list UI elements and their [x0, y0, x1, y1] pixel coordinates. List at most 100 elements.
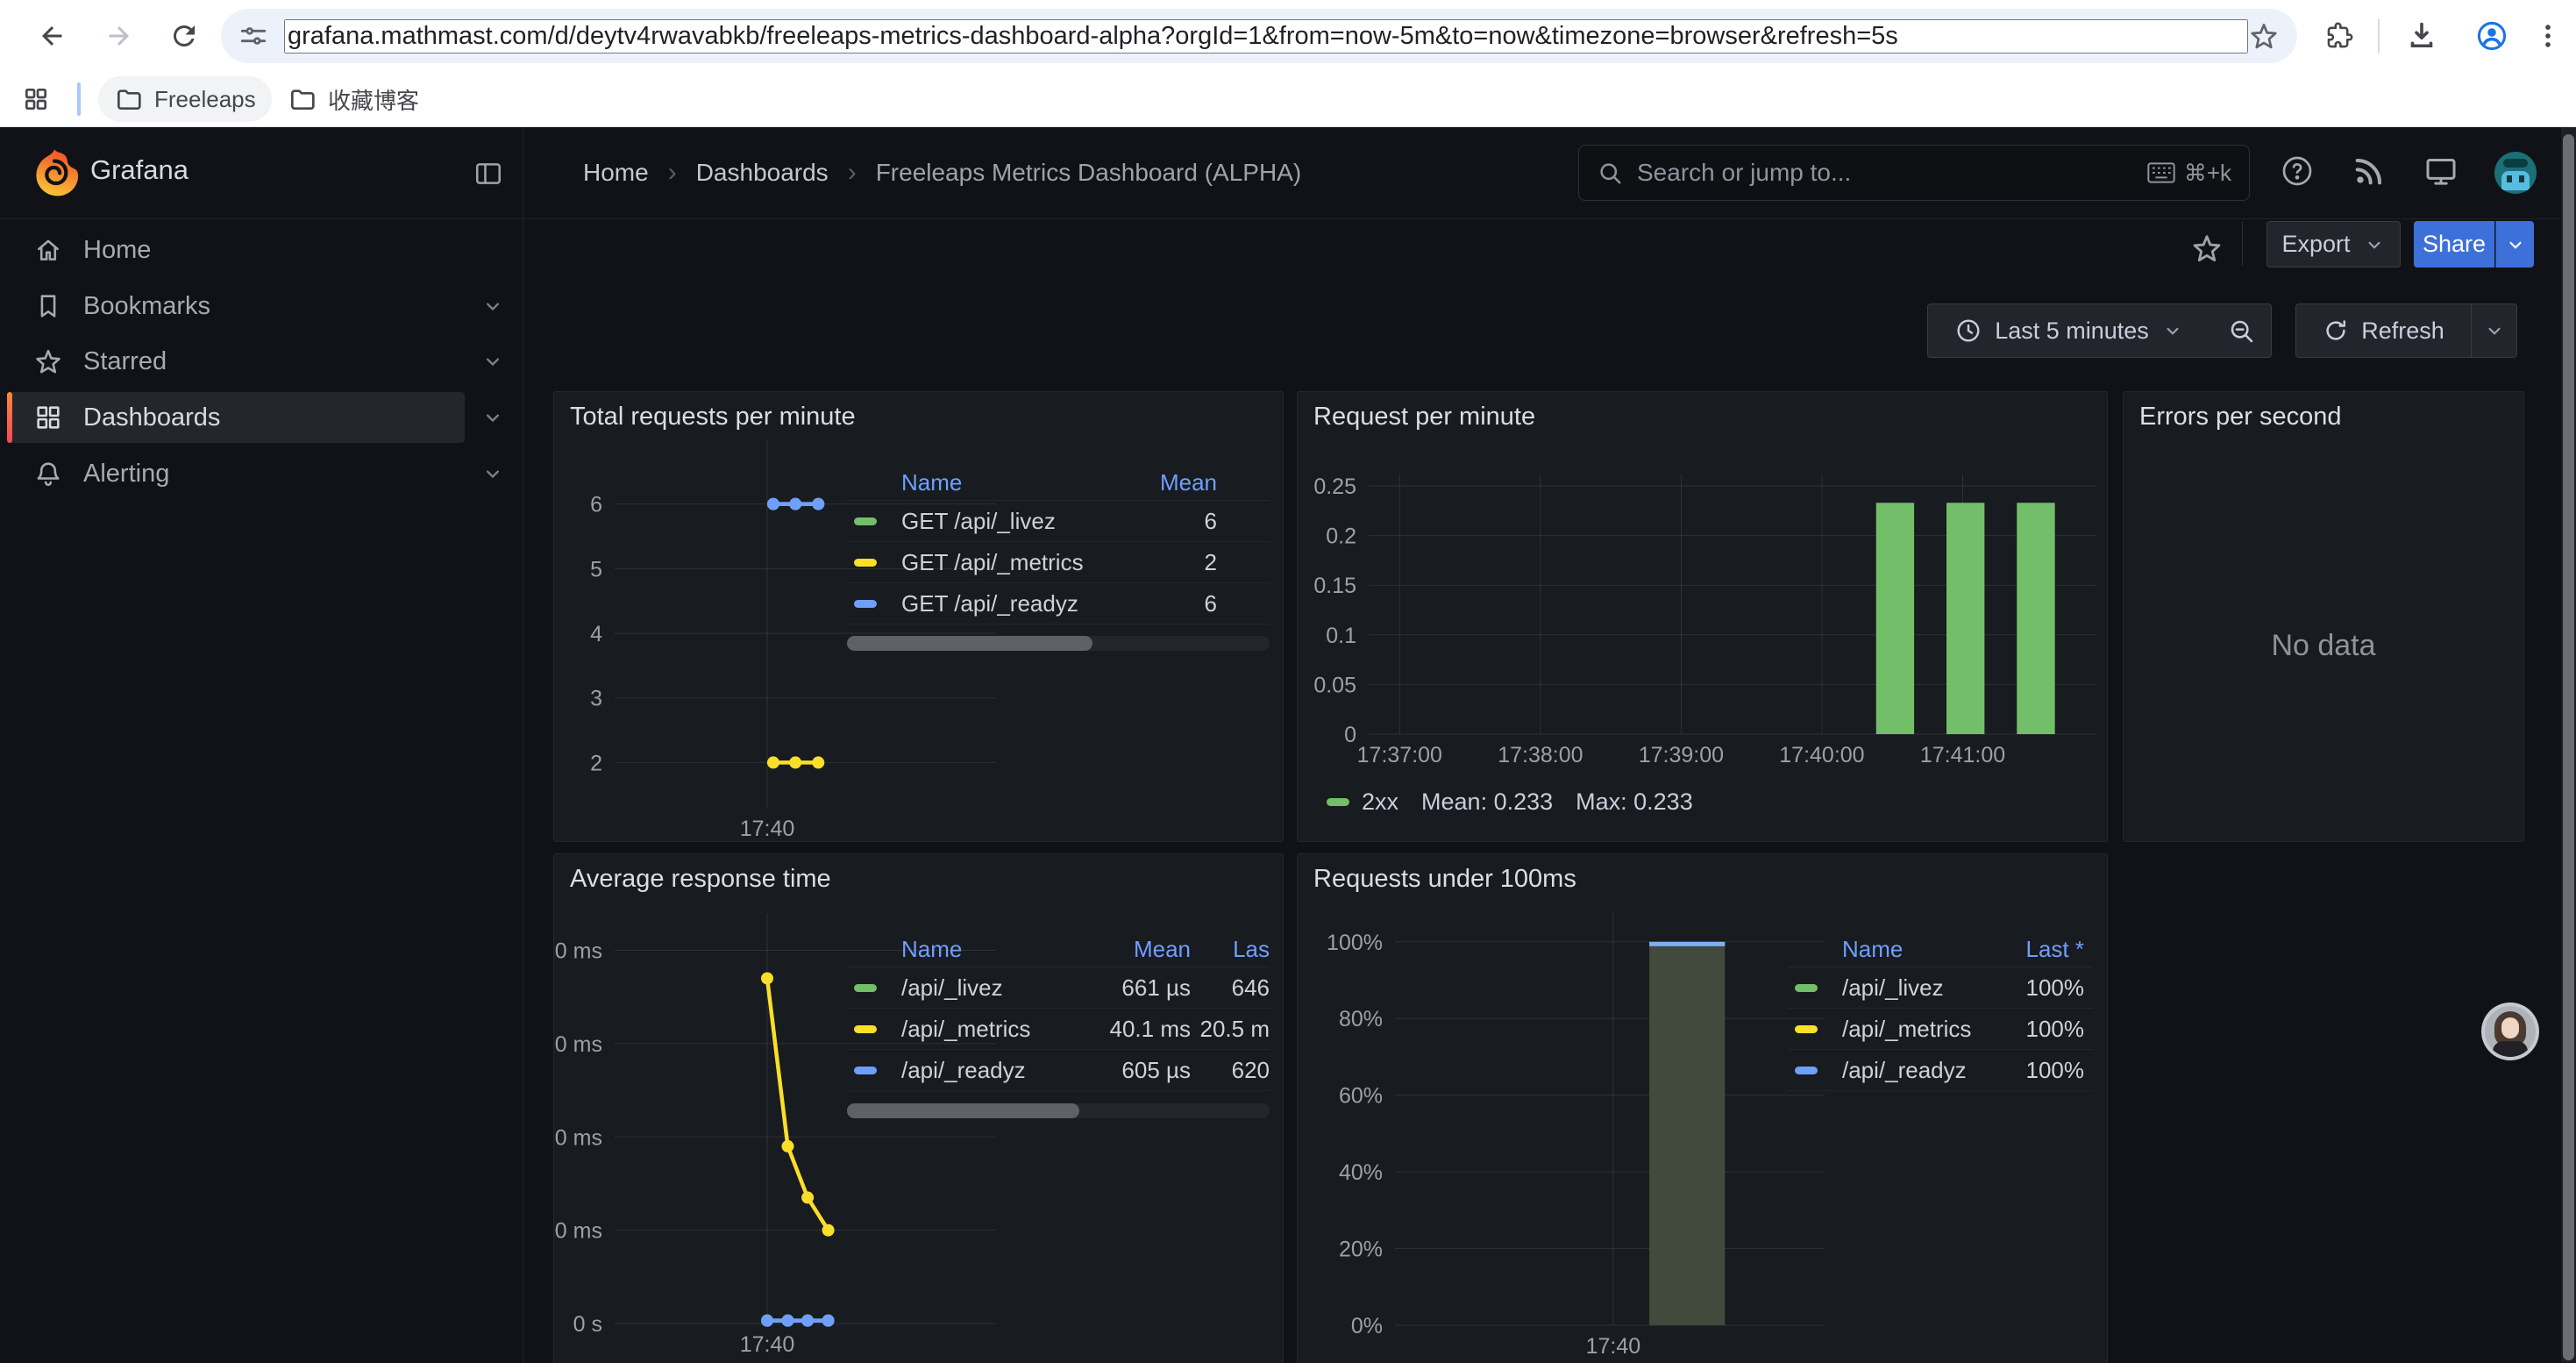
legend-column-name[interactable]: Name	[1842, 936, 1979, 963]
legend-row[interactable]: /api/_readyz100%	[1788, 1050, 2093, 1091]
svg-text:40 ms: 40 ms	[554, 1125, 602, 1150]
search-box[interactable]: ⌘+k	[1578, 145, 2250, 201]
panel-average-response-time: Average response time 80 ms60 ms40 ms20 …	[553, 853, 1284, 1363]
refresh-button[interactable]: Refresh	[2295, 303, 2472, 358]
svg-text:0.15: 0.15	[1313, 574, 1356, 598]
svg-text:17:40:00: 17:40:00	[1779, 743, 1864, 767]
breadcrumb-home[interactable]: Home	[583, 159, 649, 187]
share-label: Share	[2423, 231, 2486, 258]
url-bar[interactable]	[221, 9, 2297, 63]
legend-column-mean[interactable]: Mean	[1068, 936, 1191, 963]
sidebar-item-alerting[interactable]: Alerting	[7, 448, 465, 499]
svg-text:17:40: 17:40	[1586, 1334, 1641, 1359]
series-mean: Mean: 0.233	[1421, 789, 1553, 816]
legend-row[interactable]: /api/_readyz605 µs620	[847, 1050, 1270, 1091]
apps-grid-button[interactable]	[12, 75, 60, 123]
display-button[interactable]	[2423, 153, 2459, 189]
breadcrumb-separator: ›	[668, 158, 677, 188]
assistant-avatar-widget[interactable]	[2481, 1003, 2539, 1060]
legend-series-name: /api/_livez	[1842, 974, 1979, 1002]
series-max: Max: 0.233	[1576, 789, 1693, 816]
chevron-down-icon	[2161, 319, 2184, 342]
refresh-interval-button[interactable]	[2472, 303, 2517, 358]
panel-errors-per-second: Errors per second No data	[2123, 391, 2524, 842]
sidebar-item-bookmarks[interactable]: Bookmarks	[7, 281, 465, 332]
time-range-picker[interactable]: Last 5 minutes	[1927, 303, 2211, 358]
news-button[interactable]	[2352, 153, 2387, 189]
legend-row[interactable]: GET /api/_readyz6	[847, 583, 1270, 624]
legend-row[interactable]: GET /api/_livez6	[847, 501, 1270, 542]
scrollbar-thumb[interactable]	[2563, 134, 2574, 1360]
breadcrumb-dashboards[interactable]: Dashboards	[696, 159, 829, 187]
bookmarks-bar: Freeleaps 收藏博客	[0, 72, 2576, 127]
reload-button[interactable]	[158, 10, 210, 62]
svg-text:2: 2	[590, 751, 602, 775]
reload-icon	[168, 20, 200, 52]
chevron-down-icon[interactable]	[480, 294, 505, 318]
legend-table: NameLast * /api/_livez100%/api/_metrics10…	[1788, 932, 2093, 1091]
help-icon	[2280, 153, 2315, 189]
zoom-out-time-button[interactable]	[2210, 303, 2272, 358]
bookmark-label: 收藏博客	[328, 83, 419, 116]
home-icon	[33, 235, 63, 265]
bookmark-folder-freeleaps[interactable]: Freeleaps	[98, 76, 272, 122]
sidebar-item-home[interactable]: Home	[7, 225, 465, 275]
share-button[interactable]: Share	[2414, 221, 2494, 268]
series-color-chip	[854, 559, 877, 567]
legend-row[interactable]: /api/_metrics40.1 ms20.5 m	[847, 1009, 1270, 1050]
star-dashboard-button[interactable]	[2181, 222, 2233, 275]
toolbar-divider	[2378, 19, 2380, 53]
sidebar-item-dashboards[interactable]: Dashboards	[7, 392, 465, 443]
legend-series-2xx[interactable]: 2xx	[1327, 789, 1398, 816]
export-button[interactable]: Export	[2266, 221, 2401, 268]
legend-value: 661 µs	[1068, 974, 1191, 1002]
svg-text:40%: 40%	[1339, 1160, 1383, 1185]
share-menu-button[interactable]	[2495, 221, 2534, 268]
panel-title[interactable]: Errors per second	[2139, 403, 2342, 432]
sidebar-item-starred[interactable]: Starred	[7, 336, 465, 387]
bookmark-folder-blogs[interactable]: 收藏博客	[272, 76, 435, 122]
extensions-button[interactable]	[2313, 10, 2366, 62]
profile-icon	[2475, 19, 2508, 53]
legend-column-last[interactable]: Last *	[1979, 936, 2084, 963]
svg-text:0.2: 0.2	[1326, 525, 1356, 549]
legend-row[interactable]: /api/_livez661 µs646	[847, 967, 1270, 1009]
legend-column-name[interactable]: Name	[901, 936, 1068, 963]
legend-scrollbar[interactable]	[847, 636, 1270, 651]
dock-sidebar-icon[interactable]	[473, 159, 503, 189]
series-label: 2xx	[1362, 789, 1398, 816]
downloads-button[interactable]	[2395, 10, 2448, 62]
brand-name: Grafana	[90, 154, 189, 186]
search-input[interactable]	[1635, 158, 2147, 188]
extensions-puzzle-icon	[2324, 21, 2354, 51]
profile-button[interactable]	[2466, 10, 2518, 62]
back-icon	[37, 20, 68, 52]
legend-row[interactable]: GET /api/_metrics2	[847, 542, 1270, 583]
help-button[interactable]	[2280, 153, 2315, 189]
chevron-down-icon[interactable]	[480, 349, 505, 374]
browser-menu-button[interactable]	[2522, 10, 2574, 62]
svg-text:20 ms: 20 ms	[554, 1219, 602, 1244]
grafana-logo[interactable]	[26, 145, 82, 201]
svg-text:4: 4	[590, 622, 602, 646]
legend-scrollbar[interactable]	[847, 1103, 1270, 1118]
legend-column-las[interactable]: Las	[1191, 936, 1270, 963]
chevron-down-icon[interactable]	[480, 461, 505, 486]
forward-button[interactable]	[92, 10, 145, 62]
legend-series-name: GET /api/_metrics	[901, 549, 1134, 576]
series-color-chip	[1795, 1067, 1818, 1074]
legend-column-mean[interactable]: Mean	[1134, 469, 1217, 496]
user-avatar[interactable]	[2494, 152, 2537, 194]
sidebar-brand-row: Grafana	[0, 127, 523, 219]
sidebar-item-label: Dashboards	[83, 403, 220, 432]
legend-column-name[interactable]: Name	[901, 469, 1134, 496]
bookmark-star-icon[interactable]	[2248, 20, 2280, 52]
legend-row[interactable]: /api/_metrics100%	[1788, 1009, 2093, 1050]
scrollbar-thumb[interactable]	[847, 1103, 1079, 1118]
url-input[interactable]	[284, 19, 2248, 54]
page-scrollbar[interactable]	[2561, 127, 2576, 1363]
back-button[interactable]	[26, 10, 79, 62]
chevron-down-icon[interactable]	[480, 405, 505, 430]
scrollbar-thumb[interactable]	[847, 636, 1092, 651]
legend-row[interactable]: /api/_livez100%	[1788, 967, 2093, 1009]
